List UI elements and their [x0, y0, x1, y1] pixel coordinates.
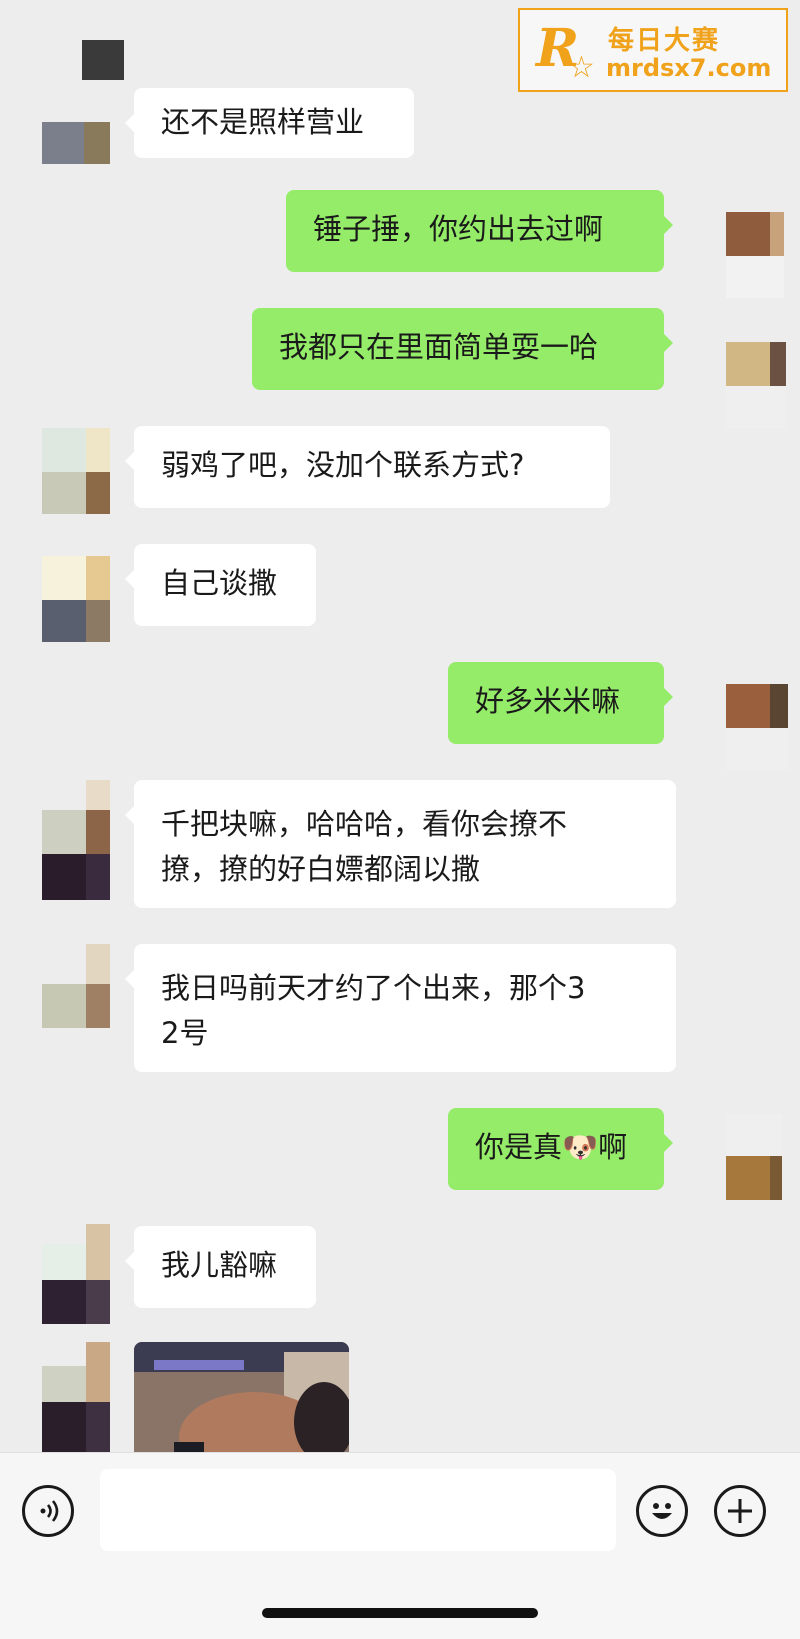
photo-thumbnail — [134, 1342, 349, 1452]
home-indicator[interactable] — [262, 1608, 538, 1618]
avatar[interactable] — [42, 1224, 110, 1324]
avatar[interactable] — [726, 1114, 782, 1200]
message-input[interactable] — [100, 1469, 616, 1551]
message-bubble-incoming[interactable]: 自己谈撒 — [125, 544, 316, 626]
avatar[interactable] — [42, 122, 110, 164]
voice-glyph — [40, 1500, 59, 1522]
avatar[interactable] — [726, 342, 786, 428]
message-bubble-outgoing[interactable]: 好多米米嘛 — [448, 662, 673, 744]
emoji-glyph — [652, 1503, 672, 1519]
message-bubble-incoming[interactable]: 千把块嘛，哈哈哈，看你会撩不 撩，撩的好白嫖都阔以撒 — [125, 780, 676, 908]
avatar[interactable] — [726, 212, 784, 298]
message-bubble-outgoing[interactable]: 锤子捶，你约出去过啊 — [286, 190, 673, 272]
avatar[interactable] — [42, 780, 110, 900]
star-icon: ☆ — [568, 50, 595, 85]
message-bubble-incoming[interactable]: 还不是照样营业 — [125, 88, 414, 158]
plus-glyph — [728, 1499, 752, 1523]
message-bubble-incoming[interactable]: 弱鸡了吧，没加个联系方式? — [125, 426, 610, 508]
avatar[interactable] — [726, 684, 788, 770]
message-bubble-incoming[interactable]: 我日吗前天才约了个出来，那个3 2号 — [125, 944, 676, 1072]
chat-area[interactable]: 还不是照样营业 锤子捶，你约出去过啊 我都只在里面简单耍一哈 弱鸡了吧，没加个联… — [0, 0, 800, 1452]
avatar[interactable] — [42, 1342, 110, 1452]
avatar[interactable] — [42, 944, 110, 1028]
watermark-brand: 每日大赛 — [608, 26, 721, 56]
watermark-url: mrdsx7.com — [606, 54, 772, 82]
avatar[interactable] — [82, 40, 124, 80]
voice-icon[interactable] — [22, 1485, 74, 1537]
message-bubble-outgoing[interactable]: 我都只在里面简单耍一哈 — [252, 308, 673, 390]
message-bubble-outgoing[interactable]: 你是真🐶啊 — [448, 1108, 673, 1190]
image-message[interactable] — [134, 1342, 349, 1452]
emoji-icon[interactable] — [636, 1485, 688, 1537]
avatar[interactable] — [42, 428, 110, 514]
watermark-logo: R ☆ 每日大赛 mrdsx7.com — [518, 8, 788, 92]
message-bubble-incoming[interactable]: 我儿豁嘛 — [125, 1226, 316, 1308]
avatar[interactable] — [42, 556, 110, 642]
add-icon[interactable] — [714, 1485, 766, 1537]
